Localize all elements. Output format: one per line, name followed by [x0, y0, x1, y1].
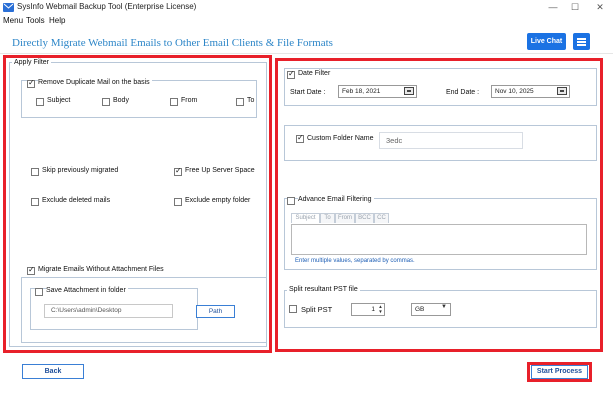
custom-folder-checkbox[interactable] — [296, 133, 304, 143]
split-size-stepper-icon[interactable]: ▲ ▼ — [377, 304, 384, 315]
remove-duplicate-checkbox[interactable] — [27, 78, 35, 88]
save-attachment-label: Save Attachment in folder — [46, 287, 128, 294]
skip-migrated-checkbox[interactable] — [31, 168, 39, 176]
remove-duplicate-label: Remove Duplicate Mail on the basis — [38, 79, 152, 86]
tab-bcc[interactable]: BCC — [355, 213, 374, 223]
menu-bar: Menu Tools Help — [0, 15, 613, 27]
body-checkbox[interactable] — [102, 98, 110, 106]
exclude-empty-folder-checkbox[interactable] — [174, 198, 182, 206]
free-up-space-label: Free Up Server Space — [185, 167, 255, 174]
split-pst-title: Split resultant PST file — [287, 286, 360, 293]
title-bar: SysInfo Webmail Backup Tool (Enterprise … — [0, 0, 613, 15]
tab-subject[interactable]: Subject — [291, 213, 320, 223]
migrate-without-attachment-checkbox[interactable] — [27, 265, 35, 275]
live-chat-button[interactable]: Live Chat — [527, 33, 566, 50]
custom-folder-input[interactable]: 3edc — [379, 132, 523, 149]
hamburger-menu-icon[interactable] — [573, 33, 590, 50]
tab-cc[interactable]: CC — [374, 213, 389, 223]
options-highlight: Date Filter Start Date : Feb 18, 2021 En… — [275, 58, 603, 352]
maximize-button[interactable]: ☐ — [566, 0, 584, 15]
close-button[interactable]: ✕ — [591, 0, 609, 15]
apply-filter-title: Apply Filter — [12, 59, 52, 66]
tab-from[interactable]: From — [335, 213, 355, 223]
subject-checkbox[interactable] — [36, 98, 44, 106]
tab-to[interactable]: To — [320, 213, 335, 223]
advance-filter-hint: Enter multiple values, separated by comm… — [295, 258, 415, 264]
menu-item-menu[interactable]: Menu — [3, 16, 23, 25]
header-divider — [0, 53, 613, 54]
split-pst-checkbox[interactable] — [289, 305, 297, 313]
advance-filter-textarea[interactable] — [291, 224, 587, 255]
from-label: From — [181, 97, 198, 104]
migrate-without-attachment-label: Migrate Emails Without Attachment Files — [38, 266, 164, 273]
from-checkbox[interactable] — [170, 98, 178, 106]
split-pst-label: Split PST — [301, 305, 333, 314]
date-filter-label: Date Filter — [298, 70, 333, 77]
skip-migrated-label: Skip previously migrated — [42, 167, 119, 174]
start-date-calendar-icon[interactable] — [404, 87, 414, 95]
date-filter-checkbox[interactable] — [287, 69, 295, 79]
advance-filter-label: Advance Email Filtering — [298, 196, 374, 203]
free-up-space-checkbox[interactable] — [174, 166, 182, 176]
subject-label: Subject — [47, 97, 71, 104]
chevron-down-icon[interactable]: ▼ — [441, 304, 447, 310]
custom-folder-label: Custom Folder Name — [307, 135, 374, 142]
page-title: Directly Migrate Webmail Emails to Other… — [12, 37, 333, 49]
app-logo-icon — [3, 3, 14, 12]
exclude-empty-folder-label: Exclude empty folder — [185, 197, 251, 204]
path-button[interactable]: Path — [196, 305, 235, 318]
start-date-label: Start Date : — [290, 89, 326, 96]
back-button[interactable]: Back — [22, 364, 84, 379]
save-attachment-checkbox[interactable] — [35, 288, 43, 296]
to-label: To — [247, 97, 255, 104]
window-title: SysInfo Webmail Backup Tool (Enterprise … — [17, 2, 197, 11]
end-date-label: End Date : — [446, 89, 480, 96]
end-date-calendar-icon[interactable] — [557, 87, 567, 95]
menu-item-help[interactable]: Help — [49, 16, 65, 25]
exclude-deleted-checkbox[interactable] — [31, 198, 39, 206]
minimize-button[interactable]: — — [544, 0, 562, 15]
attachment-path-input[interactable]: C:\Users\admin\Desktop — [44, 304, 173, 318]
exclude-deleted-label: Exclude deleted mails — [42, 197, 111, 204]
to-checkbox[interactable] — [236, 98, 244, 106]
advance-filter-checkbox[interactable] — [287, 197, 295, 205]
apply-filter-highlight: Apply Filter Remove Duplicate Mail on th… — [3, 55, 272, 353]
start-process-button[interactable]: Start Process — [531, 365, 588, 379]
body-label: Body — [113, 97, 129, 104]
menu-item-tools[interactable]: Tools — [26, 16, 45, 25]
